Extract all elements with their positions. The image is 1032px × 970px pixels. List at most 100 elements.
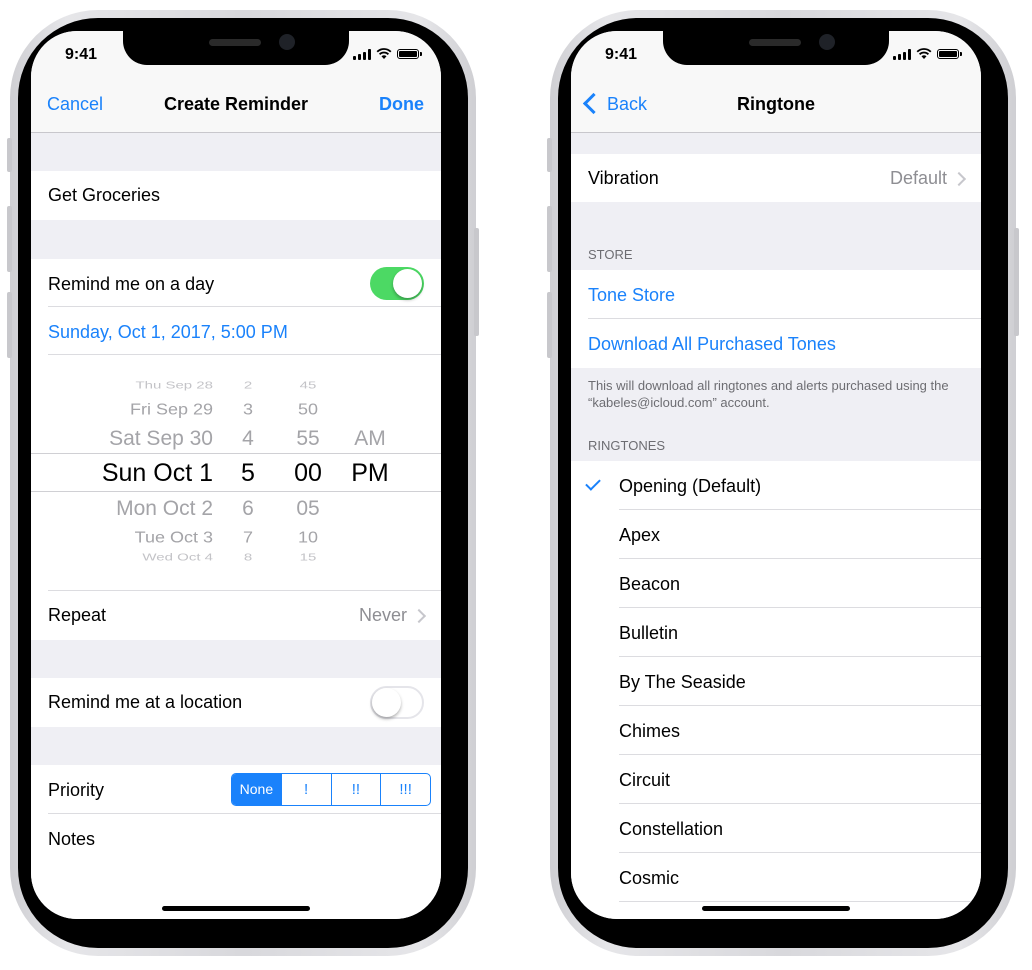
speaker — [209, 39, 261, 46]
front-camera — [279, 34, 295, 50]
picker-minute-option[interactable]: 50 — [286, 400, 330, 418]
remind-location-row: Remind me at a location — [31, 678, 441, 727]
picker-hour-option[interactable]: 6 — [231, 497, 265, 521]
chevron-right-icon — [951, 171, 967, 187]
mute-switch — [547, 138, 552, 172]
ringtone-label: Bulletin — [619, 623, 679, 643]
priority-notes-section: Priority None ! !! !!! Notes — [31, 765, 441, 919]
cellular-signal-icon — [893, 48, 911, 60]
ringtone-item-cosmic[interactable]: Cosmic — [571, 853, 981, 902]
done-button[interactable]: Done — [379, 94, 424, 115]
vibration-label: Vibration — [588, 168, 659, 188]
store-section-header: STORE — [588, 247, 633, 262]
mute-switch — [7, 138, 12, 172]
status-time: 9:41 — [65, 46, 98, 63]
notes-field[interactable]: Notes — [48, 829, 95, 850]
navigation-bar: Back Ringtone — [571, 75, 981, 133]
priority-segmented-control[interactable]: None ! !! !!! — [231, 773, 431, 806]
ringtone-label: Beacon — [619, 574, 681, 594]
vibration-row[interactable]: Vibration Default — [571, 154, 981, 202]
priority-none-segment[interactable]: None — [232, 774, 281, 805]
picker-minute-option[interactable]: 15 — [286, 552, 330, 564]
ringtone-item-beacon[interactable]: Beacon — [571, 559, 981, 608]
wifi-icon — [916, 48, 932, 59]
date-time-picker[interactable]: Thu Sep 28 Fri Sep 29 Sat Sep 30 Sun Oct… — [31, 355, 441, 590]
notch — [123, 31, 349, 65]
remind-day-label: Remind me on a day — [48, 274, 215, 294]
priority-high-segment[interactable]: !!! — [380, 774, 430, 805]
ringtone-item-chimes[interactable]: Chimes — [571, 706, 981, 755]
priority-low-segment[interactable]: ! — [280, 774, 331, 805]
picker-hour-option[interactable]: 2 — [231, 380, 265, 392]
picker-minute-option[interactable]: 05 — [286, 497, 330, 521]
store-footer-note: This will download all ringtones and ale… — [588, 378, 949, 410]
remind-day-toggle[interactable] — [370, 267, 424, 300]
remind-location-label: Remind me at a location — [48, 692, 243, 712]
picker-date-option[interactable]: Thu Sep 28 — [51, 380, 213, 392]
battery-icon — [397, 49, 422, 59]
picker-hour-option[interactable]: 8 — [231, 552, 265, 564]
ringtone-label: Apex — [619, 525, 661, 545]
store-section: Tone Store Download All Purchased Tones — [571, 270, 981, 368]
front-camera — [819, 34, 835, 50]
ringtone-label: Circuit — [619, 770, 671, 790]
phone-frame-left: 9:41 Cancel Create Reminder Done Get Gro… — [7, 10, 479, 956]
ringtone-item-bulletin[interactable]: Bulletin — [571, 608, 981, 657]
repeat-label: Repeat — [48, 605, 107, 625]
picker-date-option[interactable]: Fri Sep 29 — [51, 400, 213, 418]
ringtone-label: Cosmic — [619, 868, 680, 888]
picker-minute-option[interactable]: 10 — [286, 528, 330, 546]
repeat-value: Never — [358, 605, 407, 625]
ringtone-item-by-the-seaside[interactable]: By The Seaside — [571, 657, 981, 706]
cellular-signal-icon — [353, 48, 371, 60]
picker-hour-option[interactable]: 4 — [231, 427, 265, 451]
volume-down-button — [7, 292, 12, 358]
ringtone-item-circuit[interactable]: Circuit — [571, 755, 981, 804]
download-all-tones-link[interactable]: Download All Purchased Tones — [588, 334, 836, 355]
page-title: Ringtone — [737, 94, 815, 114]
phone-frame-right: 9:41 Back Ringtone Vibration Default STO… — [547, 10, 1019, 956]
tone-store-link[interactable]: Tone Store — [588, 285, 675, 306]
navigation-bar: Cancel Create Reminder Done — [31, 75, 441, 133]
picker-date-option[interactable]: Mon Oct 2 — [51, 497, 213, 521]
repeat-row[interactable]: Repeat Never — [31, 590, 441, 640]
ringtone-label: Chimes — [619, 721, 681, 741]
reminder-title-field[interactable]: Get Groceries — [31, 171, 441, 220]
home-indicator[interactable] — [162, 906, 310, 911]
remind-location-toggle[interactable] — [370, 686, 424, 719]
picker-minute-selected[interactable]: 00 — [286, 459, 330, 488]
home-indicator[interactable] — [702, 906, 850, 911]
screen-create-reminder: 9:41 Cancel Create Reminder Done Get Gro… — [31, 31, 441, 919]
picker-date-selected[interactable]: Sun Oct 1 — [51, 459, 213, 488]
ringtone-label: Opening (Default) — [619, 476, 762, 496]
picker-date-option[interactable]: Sat Sep 30 — [51, 427, 213, 451]
side-button — [474, 228, 479, 336]
notch — [663, 31, 889, 65]
speaker — [749, 39, 801, 46]
priority-label: Priority — [48, 780, 105, 800]
screen-ringtone: 9:41 Back Ringtone Vibration Default STO… — [571, 31, 981, 919]
priority-medium-segment[interactable]: !! — [330, 774, 381, 805]
ringtone-label: By The Seaside — [619, 672, 746, 692]
ringtone-item-constellation[interactable]: Constellation — [571, 804, 981, 853]
picker-minute-option[interactable]: 45 — [286, 380, 330, 392]
picker-minute-option[interactable]: 55 — [286, 427, 330, 451]
ringtone-item-opening[interactable]: Opening (Default) — [571, 461, 981, 510]
picker-hour-option[interactable]: 7 — [231, 528, 265, 546]
picker-hour-selected[interactable]: 5 — [231, 459, 265, 488]
side-button — [1014, 228, 1019, 336]
ringtones-list: Opening (Default) Apex Beacon Bulletin B… — [571, 461, 981, 919]
picker-pm-selected[interactable]: PM — [347, 459, 393, 488]
reminder-title-value[interactable]: Get Groceries — [48, 185, 160, 206]
vibration-value: Default — [889, 168, 947, 188]
ringtone-item-apex[interactable]: Apex — [571, 510, 981, 559]
picker-am-option[interactable]: AM — [347, 427, 393, 451]
battery-icon — [937, 49, 962, 59]
date-section: Remind me on a day Sunday, Oct 1, 2017, … — [31, 259, 441, 590]
volume-up-button — [7, 206, 12, 272]
selected-datetime[interactable]: Sunday, Oct 1, 2017, 5:00 PM — [48, 322, 288, 343]
picker-hour-option[interactable]: 3 — [231, 400, 265, 418]
picker-date-option[interactable]: Wed Oct 4 — [51, 552, 213, 564]
picker-date-option[interactable]: Tue Oct 3 — [51, 528, 213, 546]
volume-up-button — [547, 206, 552, 272]
